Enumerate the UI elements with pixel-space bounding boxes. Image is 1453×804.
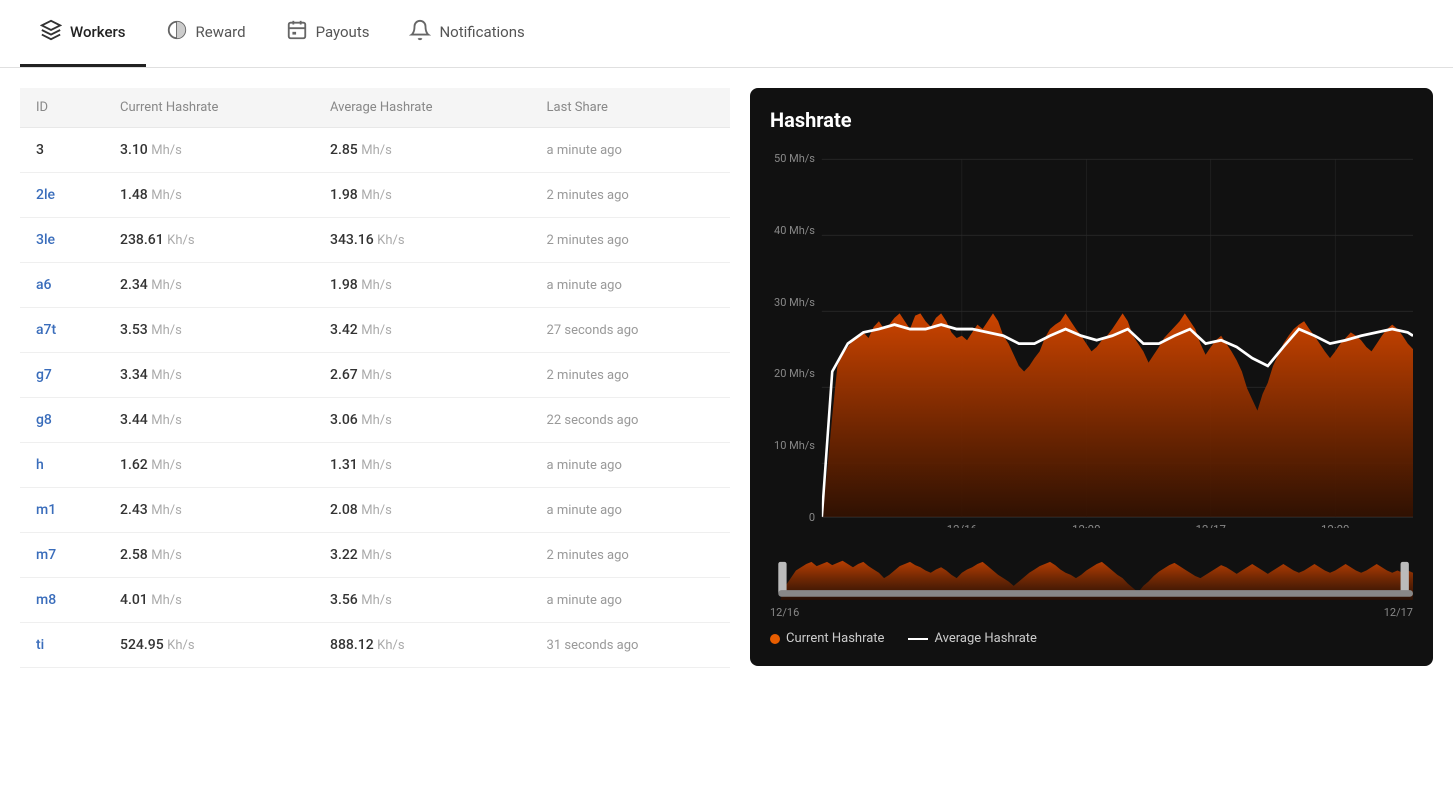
cell-last-share: 31 seconds ago [531,623,730,668]
nav-notifications-label: Notifications [439,23,524,41]
cell-avg-hashrate: 1.98 Mh/s [314,263,531,308]
nav-payouts-label: Payouts [316,23,370,41]
y-axis: 50 Mh/s 40 Mh/s 30 Mh/s 20 Mh/s 10 Mh/s … [770,148,815,528]
calendar-icon [286,19,308,46]
cell-id[interactable]: m7 [20,533,104,578]
col-last-share: Last Share [531,88,730,128]
nav-workers-label: Workers [70,23,126,41]
workers-table-wrap: ID Current Hashrate Average Hashrate Las… [20,88,730,668]
table-row: a7t 3.53 Mh/s 3.42 Mh/s 27 seconds ago [20,308,730,353]
cell-last-share: a minute ago [531,488,730,533]
cell-id[interactable]: ti [20,623,104,668]
cell-id[interactable]: 2le [20,173,104,218]
cell-avg-hashrate: 3.06 Mh/s [314,398,531,443]
nav-reward[interactable]: Reward [146,0,266,67]
col-id: ID [20,88,104,128]
legend-average-label: Average Hashrate [934,631,1037,646]
cell-current-hashrate: 2.58 Mh/s [104,533,314,578]
cell-avg-hashrate: 2.85 Mh/s [314,128,531,173]
cell-avg-hashrate: 2.67 Mh/s [314,353,531,398]
cell-id[interactable]: g7 [20,353,104,398]
cell-id[interactable]: m1 [20,488,104,533]
hashrate-chart: Hashrate 50 Mh/s 40 Mh/s 30 Mh/s 20 Mh/s… [750,88,1433,666]
svg-text:12:00: 12:00 [1321,522,1349,528]
table-row: 2le 1.48 Mh/s 1.98 Mh/s 2 minutes ago [20,173,730,218]
cell-current-hashrate: 4.01 Mh/s [104,578,314,623]
cell-avg-hashrate: 3.42 Mh/s [314,308,531,353]
cell-id[interactable]: a7t [20,308,104,353]
cell-id[interactable]: a6 [20,263,104,308]
cell-avg-hashrate: 1.31 Mh/s [314,443,531,488]
cell-last-share: 22 seconds ago [531,398,730,443]
cell-last-share: a minute ago [531,128,730,173]
cell-current-hashrate: 2.34 Mh/s [104,263,314,308]
table-row: m8 4.01 Mh/s 3.56 Mh/s a minute ago [20,578,730,623]
legend-current-label: Current Hashrate [786,631,884,646]
legend-average-line [908,638,928,640]
table-row: g8 3.44 Mh/s 3.06 Mh/s 22 seconds ago [20,398,730,443]
table-row: g7 3.34 Mh/s 2.67 Mh/s 2 minutes ago [20,353,730,398]
cell-current-hashrate: 3.34 Mh/s [104,353,314,398]
cell-current-hashrate: 3.10 Mh/s [104,128,314,173]
cell-avg-hashrate: 3.22 Mh/s [314,533,531,578]
mini-chart-svg [770,540,1413,600]
bell-icon [409,19,431,46]
cell-last-share: a minute ago [531,443,730,488]
cell-current-hashrate: 3.44 Mh/s [104,398,314,443]
cell-last-share: 2 minutes ago [531,218,730,263]
cell-last-share: a minute ago [531,578,730,623]
cell-last-share: 27 seconds ago [531,308,730,353]
legend-current: Current Hashrate [770,631,884,646]
col-current-hashrate: Current Hashrate [104,88,314,128]
cell-current-hashrate: 2.43 Mh/s [104,488,314,533]
nav-payouts[interactable]: Payouts [266,0,390,67]
cell-last-share: a minute ago [531,263,730,308]
cell-avg-hashrate: 2.08 Mh/s [314,488,531,533]
cell-current-hashrate: 524.95 Kh/s [104,623,314,668]
layers-icon [40,19,62,46]
main-content: ID Current Hashrate Average Hashrate Las… [0,68,1453,688]
cell-current-hashrate: 1.62 Mh/s [104,443,314,488]
mini-chart-wrap: 12/16 12/17 [770,540,1413,619]
mini-x-labels: 12/16 12/17 [770,604,1413,619]
chart-svg: 12/16 12:00 12/17 12:00 [770,148,1413,528]
cell-id[interactable]: 3 [20,128,104,173]
main-nav: Workers Reward Payouts Notifications [0,0,1453,68]
chart-area: 50 Mh/s 40 Mh/s 30 Mh/s 20 Mh/s 10 Mh/s … [770,148,1413,528]
cell-id[interactable]: h [20,443,104,488]
table-row: m1 2.43 Mh/s 2.08 Mh/s a minute ago [20,488,730,533]
nav-workers[interactable]: Workers [20,0,146,67]
legend-average: Average Hashrate [908,631,1037,646]
cell-id[interactable]: g8 [20,398,104,443]
svg-text:12/17: 12/17 [1196,522,1227,528]
cell-last-share: 2 minutes ago [531,353,730,398]
cell-id[interactable]: m8 [20,578,104,623]
cell-last-share: 2 minutes ago [531,173,730,218]
table-row: 3 3.10 Mh/s 2.85 Mh/s a minute ago [20,128,730,173]
cell-id[interactable]: 3le [20,218,104,263]
legend-current-dot [770,634,780,644]
svg-text:12/16: 12/16 [947,522,978,528]
chart-title: Hashrate [770,108,1413,132]
circle-half-icon [166,19,188,46]
nav-reward-label: Reward [196,23,246,41]
svg-text:12:00: 12:00 [1072,522,1100,528]
col-avg-hashrate: Average Hashrate [314,88,531,128]
table-row: 3le 238.61 Kh/s 343.16 Kh/s 2 minutes ag… [20,218,730,263]
cell-last-share: 2 minutes ago [531,533,730,578]
workers-table: ID Current Hashrate Average Hashrate Las… [20,88,730,668]
cell-avg-hashrate: 888.12 Kh/s [314,623,531,668]
cell-avg-hashrate: 1.98 Mh/s [314,173,531,218]
cell-current-hashrate: 1.48 Mh/s [104,173,314,218]
table-row: a6 2.34 Mh/s 1.98 Mh/s a minute ago [20,263,730,308]
cell-avg-hashrate: 343.16 Kh/s [314,218,531,263]
chart-legend: Current Hashrate Average Hashrate [770,631,1413,646]
cell-avg-hashrate: 3.56 Mh/s [314,578,531,623]
cell-current-hashrate: 3.53 Mh/s [104,308,314,353]
table-row: m7 2.58 Mh/s 3.22 Mh/s 2 minutes ago [20,533,730,578]
nav-notifications[interactable]: Notifications [389,0,544,67]
cell-current-hashrate: 238.61 Kh/s [104,218,314,263]
table-row: ti 524.95 Kh/s 888.12 Kh/s 31 seconds ag… [20,623,730,668]
table-row: h 1.62 Mh/s 1.31 Mh/s a minute ago [20,443,730,488]
